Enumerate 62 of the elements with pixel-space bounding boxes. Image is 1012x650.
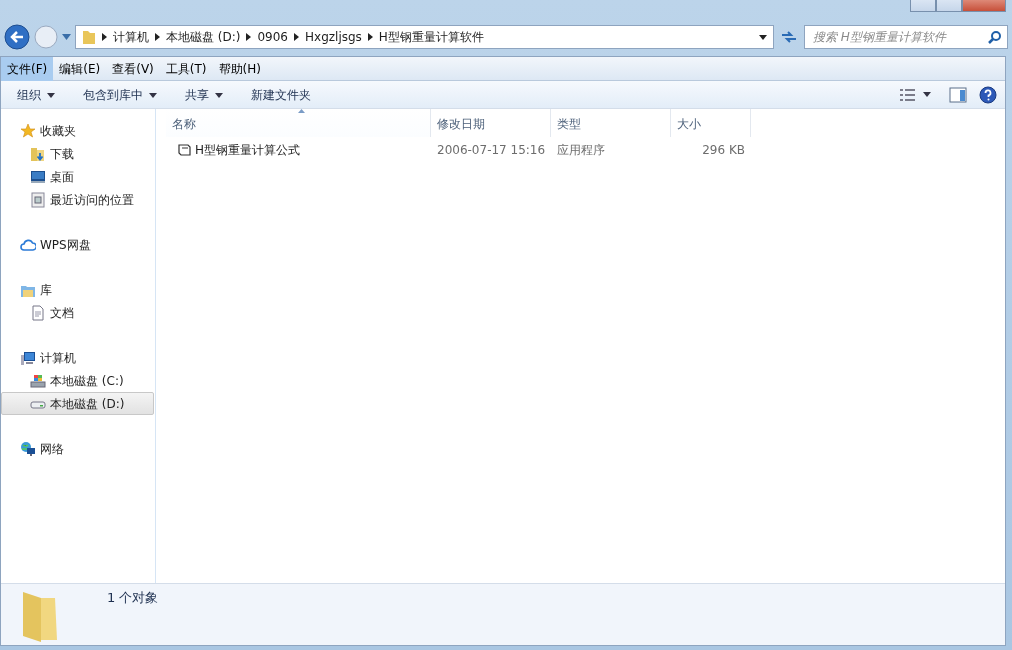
breadcrumb-item[interactable]: 0906 <box>257 28 288 46</box>
breadcrumb-item[interactable]: 本地磁盘 (D:) <box>166 28 241 46</box>
sidebar-item[interactable]: 本地磁盘 (D:) <box>1 392 154 415</box>
breadcrumb-item[interactable]: Hxgzljsgs <box>305 28 362 46</box>
toolbar-button[interactable]: 组织 <box>9 82 63 107</box>
table-cell-text: 应用程序 <box>556 141 606 159</box>
caret-icon <box>215 92 223 98</box>
column-header[interactable]: 大小 <box>671 109 751 137</box>
caret-icon <box>47 92 55 98</box>
sidebar-item[interactable]: 文档 <box>1 301 154 324</box>
file-name[interactable]: H型钢重量计算公式 <box>166 140 431 159</box>
sort-arrow-icon <box>298 109 305 113</box>
chevron-icon[interactable] <box>102 33 107 41</box>
sidebar-item[interactable]: 网络 <box>1 437 154 460</box>
sidebar-item[interactable]: 下载 <box>1 142 154 165</box>
star-icon <box>20 122 36 139</box>
menu-item[interactable]: 帮助(H) <box>212 56 267 81</box>
sidebar-item[interactable]: 计算机 <box>1 346 154 369</box>
recent-places-icon <box>30 191 46 208</box>
toolbar-button[interactable]: 共享 <box>177 82 231 107</box>
folder-icon <box>30 145 46 162</box>
column-header[interactable]: 修改日期 <box>431 109 551 137</box>
drive-icon <box>30 372 46 389</box>
column-header[interactable]: 类型 <box>551 109 671 137</box>
menu-item[interactable]: 工具(T) <box>159 56 213 81</box>
menu-item[interactable]: 文件(F) <box>1 56 54 81</box>
search-field[interactable]: 搜索 H型钢重量计算软件 <box>804 25 1008 49</box>
item-count: 1 个对象 <box>106 589 159 607</box>
search-icon <box>988 30 1002 44</box>
breadcrumb-item[interactable]: H型钢重量计算软件 <box>378 28 484 46</box>
help-icon[interactable] <box>979 85 997 104</box>
caret-icon <box>149 92 157 98</box>
sidebar-item[interactable]: 本地磁盘 (C:) <box>1 369 154 392</box>
address-bar[interactable]: 计算机 本地磁盘 (D:) 0906 Hxgzljsgs H型钢重量计算软件 <box>75 25 774 49</box>
toolbar-button[interactable]: 包含到库中 <box>75 82 165 107</box>
dropdown-icon[interactable] <box>759 34 767 40</box>
column-header[interactable]: 名称 <box>166 109 431 137</box>
chevron-icon[interactable] <box>155 33 160 41</box>
back-button[interactable] <box>4 24 30 50</box>
breadcrumb-item[interactable]: 计算机 <box>113 28 149 46</box>
chevron-icon[interactable] <box>246 33 252 41</box>
sidebar-item[interactable]: 最近访问的位置 <box>1 188 154 211</box>
table-cell-text: 296 KB <box>701 141 746 159</box>
application-icon <box>178 143 192 156</box>
chevron-icon[interactable] <box>367 33 373 41</box>
preview-pane-icon[interactable] <box>949 86 967 103</box>
document-icon <box>30 304 46 321</box>
folder-icon <box>82 29 96 45</box>
chevron-icon[interactable] <box>294 33 299 41</box>
table-cell-text: 2006-07-17 15:16 <box>436 141 547 159</box>
sidebar-item[interactable]: 桌面 <box>1 165 154 188</box>
menu-item[interactable]: 编辑(E) <box>53 56 107 81</box>
view-options-icon[interactable] <box>899 87 917 102</box>
menu-item[interactable]: 查看(V) <box>106 56 160 81</box>
toolbar-button[interactable]: 新建文件夹 <box>243 82 319 107</box>
monitor-icon <box>30 168 46 185</box>
sidebar-item[interactable]: 收藏夹 <box>1 119 154 142</box>
computer-icon <box>20 349 36 366</box>
sidebar-item[interactable]: WPS网盘 <box>1 233 154 256</box>
sidebar-item[interactable]: 库 <box>1 278 154 301</box>
network-icon <box>20 440 36 457</box>
dropdown-icon[interactable] <box>923 92 931 97</box>
